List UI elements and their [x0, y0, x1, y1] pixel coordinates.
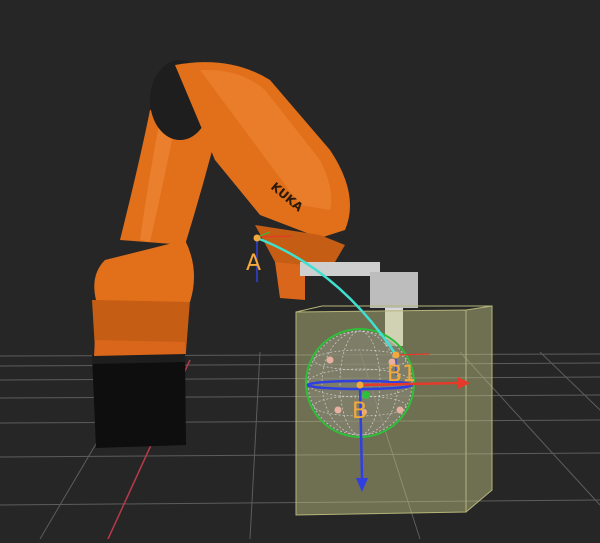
point-a-label: A: [246, 251, 261, 276]
point-b1-label: B1: [387, 362, 416, 387]
3d-viewport[interactable]: KUKA A B1 B: [0, 0, 600, 540]
robot-pedestal: [92, 353, 186, 448]
gizmo-center[interactable]: [362, 391, 370, 399]
point-a-marker[interactable]: [253, 234, 261, 242]
point-b1-marker[interactable]: [392, 351, 400, 359]
point-b-label: B: [352, 399, 367, 424]
point-b-marker[interactable]: [356, 381, 364, 389]
